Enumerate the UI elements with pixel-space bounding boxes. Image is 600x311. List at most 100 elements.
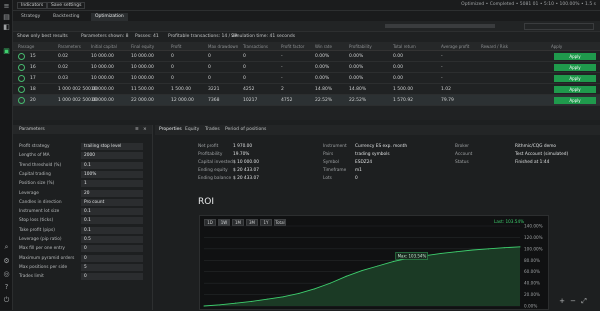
stat-value: m1	[355, 168, 362, 173]
zoom-out-icon[interactable]: −	[568, 296, 578, 306]
table-cell: 1 570.92	[393, 98, 414, 103]
table-cell: 1.02	[441, 87, 452, 92]
search-icon[interactable]: ⌕	[3, 244, 10, 251]
parameter-label: Candles in direction	[19, 199, 62, 205]
document-icon[interactable]: ▤	[3, 14, 10, 21]
parameter-input[interactable]: 0.5	[81, 236, 143, 243]
col-transactions[interactable]: Transactions	[243, 44, 268, 49]
layers-icon[interactable]: ◧	[3, 24, 10, 31]
parameter-row: Candles in direction Pro count	[19, 198, 147, 206]
stat-label: Net profit	[198, 144, 219, 149]
col-profitability[interactable]: Profitability	[349, 44, 372, 49]
parameter-input[interactable]: 100%	[81, 170, 143, 178]
table-cell: 0	[208, 65, 211, 70]
check-circle-icon	[18, 97, 25, 104]
apply-button[interactable]: Apply	[554, 86, 596, 93]
col-reward-risk[interactable]: Reward / Risk	[481, 44, 508, 49]
parameter-row: Lengths of MA 2000	[19, 152, 147, 160]
panel-close-icon[interactable]: ×	[143, 127, 147, 132]
table-cell: 10217	[243, 98, 258, 103]
strategy-icon[interactable]: ▣	[3, 48, 10, 55]
panel-options-icon[interactable]: ≡	[135, 127, 139, 132]
table-row[interactable]: 20 1 000 002 500.00 10 000.00 22 000.00 12 0…	[13, 95, 600, 106]
stat-label: Status	[455, 160, 469, 165]
filter-best-results[interactable]: Show only best results	[17, 34, 68, 39]
parameter-input[interactable]: 0.1	[81, 226, 143, 234]
parameter-row: Max positions per side 5	[19, 263, 147, 271]
table-cell: -	[441, 76, 443, 81]
apply-button[interactable]: Apply	[554, 75, 596, 82]
parameter-input[interactable]: 2000	[81, 152, 143, 160]
apply-button[interactable]: Apply	[554, 53, 596, 60]
tab-strategy[interactable]: Strategy	[17, 13, 44, 21]
save-settings-button[interactable]: Save settings	[47, 2, 86, 9]
table-row[interactable]: 18 1 000 002 500.00 10 000.00 11 500.00 1 50…	[13, 84, 600, 95]
col-profit-factor[interactable]: Profit factor	[281, 44, 304, 49]
col-profit[interactable]: Profit	[171, 44, 181, 49]
parameter-input[interactable]: 0.1	[81, 217, 143, 225]
menu-icon[interactable]: ≡	[3, 3, 10, 10]
parameter-input[interactable]: 1	[81, 180, 143, 188]
col-initial-capital[interactable]: Initial capital	[91, 44, 117, 49]
filter-profitable: Profitable transactions: 14 / 29	[168, 34, 238, 39]
plugin-icon[interactable]: ◎	[3, 271, 10, 278]
table-cell: 20	[30, 98, 36, 103]
tab-trades[interactable]: Trades	[205, 127, 220, 132]
check-circle-icon	[18, 53, 25, 60]
y-tick-label: 140.00%	[524, 224, 543, 229]
col-final-equity[interactable]: Final equity	[131, 44, 154, 49]
parameter-label: Leverage (pip ratio)	[19, 237, 62, 242]
parameter-label: Instrument lot size	[19, 209, 60, 215]
table-row[interactable]: 16 0.02 10 000.00 10 000.00 0 0 0 - 0.00% 0.00% 0.…	[13, 62, 600, 73]
col-passage[interactable]: Passage	[18, 44, 34, 49]
y-tick-label: 0.00%	[524, 304, 537, 309]
roi-point	[440, 252, 442, 254]
table-cell: 14.80%	[349, 87, 367, 92]
parameter-input[interactable]: 20	[81, 189, 143, 197]
tab-period-positions[interactable]: Period of positions	[225, 127, 266, 132]
tab-optimization[interactable]: Optimization	[91, 13, 128, 21]
table-cell: 0.00	[393, 65, 404, 70]
col-average-profit[interactable]: Average profit	[441, 44, 469, 49]
tab-equity[interactable]: Equity	[185, 127, 199, 132]
indicators-button[interactable]: Indicators	[17, 2, 48, 9]
col-win-rate[interactable]: Win rate	[315, 44, 332, 49]
parameter-input[interactable]: 0.1	[81, 161, 143, 169]
parameter-row: Trades limit 0	[19, 273, 147, 281]
parameter-input[interactable]: Pro count	[81, 198, 143, 206]
parameter-input[interactable]: trailing stop level	[81, 143, 143, 150]
control-buttons[interactable]	[524, 23, 594, 30]
parameters-header: Parameters ≡ ×	[13, 125, 152, 134]
stat-value: Finished at 1:44	[515, 160, 550, 165]
table-cell: 3221	[208, 87, 220, 92]
stat-value: Test Account (simulated)	[515, 152, 569, 157]
table-row[interactable]: 17 0.03 10 000.00 10 000.00 0 0 0 - 0.00% 0.00% 0.…	[13, 73, 600, 84]
table-cell: 10 000.00	[91, 65, 114, 70]
parameter-input[interactable]: 0	[81, 273, 143, 281]
apply-button[interactable]: Apply	[554, 97, 596, 104]
table-cell: 0.03	[58, 76, 69, 81]
table-cell: 16	[30, 65, 36, 70]
apply-button[interactable]: Apply	[554, 64, 596, 71]
settings-icon[interactable]: ⚙	[3, 258, 10, 265]
col-drawdown[interactable]: Max drawdown	[208, 44, 238, 49]
help-icon[interactable]: ?	[3, 284, 10, 291]
table-row[interactable]: 15 0.02 10 000.00 10 000.00 0 0 0 - 0.00% 0.00% 0.…	[13, 51, 600, 62]
col-total-return[interactable]: Total return	[393, 44, 416, 49]
parameter-input[interactable]: 5	[81, 263, 143, 271]
tab-properties[interactable]: Properties	[159, 127, 182, 132]
col-parameters[interactable]: Parameters	[58, 44, 81, 49]
table-cell: 0.00%	[315, 54, 330, 59]
table-cell: 0.02	[58, 54, 69, 59]
parameter-input[interactable]: 0.1	[81, 208, 143, 216]
power-icon[interactable]: ⏻	[3, 297, 10, 304]
parameter-label: Max fill per one entry	[19, 246, 65, 252]
parameter-input[interactable]: 0	[81, 245, 143, 253]
parameter-input[interactable]: 0	[81, 254, 143, 262]
tab-backtesting[interactable]: Backtesting	[49, 13, 84, 21]
stat-value: $ 20 433.07	[233, 176, 259, 181]
fullscreen-icon[interactable]: ⤢	[579, 296, 589, 306]
roi-point	[250, 300, 252, 302]
status-text: Optimized • Completed • 5081 01 • 5:10 •…	[461, 2, 596, 7]
zoom-in-icon[interactable]: +	[557, 296, 567, 306]
